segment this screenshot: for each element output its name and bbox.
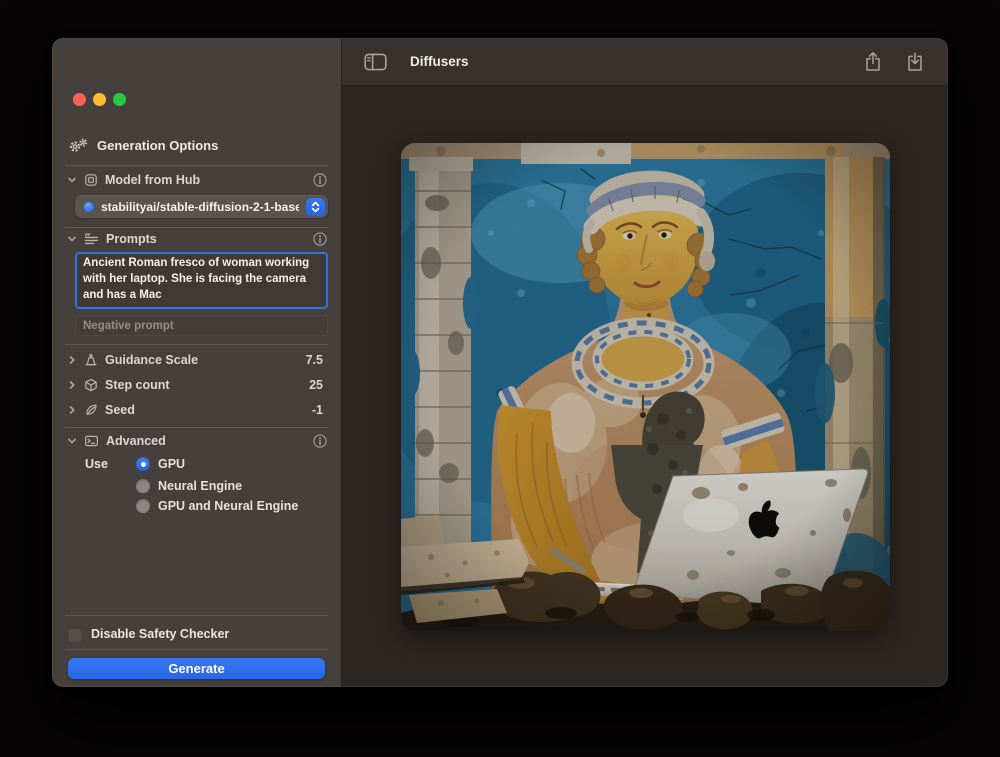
compute-option-label: GPU <box>158 457 185 471</box>
chevron-down-icon <box>67 436 77 446</box>
model-select[interactable]: stabilityai/stable-diffusion-2-1-base <box>75 195 328 218</box>
fresco-illustration <box>401 143 890 631</box>
divider <box>65 344 328 345</box>
radio-icon[interactable] <box>136 499 150 513</box>
terminal-icon <box>84 434 99 448</box>
divider <box>65 427 328 428</box>
generated-image[interactable] <box>401 143 890 631</box>
radio-icon[interactable] <box>136 479 150 493</box>
sidebar-header: Generation Options <box>68 138 218 153</box>
divider <box>65 227 328 228</box>
sidebar: Generation Options Model from Hub stabil… <box>52 38 342 687</box>
seed-value: -1 <box>312 403 323 417</box>
divider <box>65 615 328 616</box>
generate-button[interactable]: Generate <box>68 658 325 679</box>
compute-option-gpu-and-neural-engine[interactable]: GPU and Neural Engine <box>136 498 298 514</box>
compute-option-label: GPU and Neural Engine <box>158 499 298 513</box>
leaf-icon <box>84 403 98 417</box>
compute-option-label: Neural Engine <box>158 479 242 493</box>
app-window: Generation Options Model from Hub stabil… <box>52 38 948 687</box>
share-button[interactable] <box>859 49 887 75</box>
model-label: Model from Hub <box>105 173 200 187</box>
sidebar-title: Generation Options <box>97 138 218 153</box>
divider <box>65 165 328 166</box>
zoom-window-button[interactable] <box>113 93 126 106</box>
info-icon[interactable] <box>312 433 328 449</box>
info-icon[interactable] <box>312 231 328 247</box>
window-title: Diffusers <box>410 54 469 69</box>
seed-label: Seed <box>105 403 135 417</box>
traffic-lights <box>73 93 126 106</box>
model-section-row[interactable]: Model from Hub <box>67 171 328 188</box>
guidance-scale-label: Guidance Scale <box>105 353 198 367</box>
quote-icon <box>84 232 99 246</box>
compute-option-gpu[interactable]: GPU <box>136 456 185 472</box>
compute-option-neural-engine[interactable]: Neural Engine <box>136 478 242 494</box>
scale-icon <box>84 353 98 367</box>
minimize-window-button[interactable] <box>93 93 106 106</box>
use-label: Use <box>85 456 108 472</box>
guidance-scale-row[interactable]: Guidance Scale 7.5 <box>67 351 328 368</box>
prompts-label: Prompts <box>106 232 157 246</box>
seed-row[interactable]: Seed -1 <box>67 401 328 418</box>
prompts-section-row[interactable]: Prompts <box>67 230 328 247</box>
safety-checker-row[interactable]: Disable Safety Checker <box>68 627 229 641</box>
model-status-dot-icon <box>84 202 94 212</box>
advanced-section-row[interactable]: Advanced <box>67 432 328 449</box>
share-icon <box>864 51 882 72</box>
info-icon[interactable] <box>312 172 328 188</box>
toggle-sidebar-button[interactable] <box>361 49 389 75</box>
chevron-right-icon <box>67 380 77 390</box>
chevron-down-icon <box>67 234 77 244</box>
image-canvas <box>342 86 948 687</box>
chevron-right-icon <box>67 405 77 415</box>
gears-icon <box>68 138 89 153</box>
cube-icon <box>84 378 98 392</box>
main-area: Diffusers <box>342 38 948 687</box>
sidebar-toggle-icon <box>364 53 387 71</box>
chip-icon <box>84 173 98 187</box>
save-button[interactable] <box>901 49 929 75</box>
step-count-row[interactable]: Step count 25 <box>67 376 328 393</box>
main-toolbar: Diffusers <box>342 38 948 86</box>
checkbox-icon[interactable] <box>68 627 82 641</box>
prompt-input[interactable]: Ancient Roman fresco of woman working wi… <box>75 252 328 309</box>
step-count-label: Step count <box>105 378 170 392</box>
model-select-value: stabilityai/stable-diffusion-2-1-base <box>101 200 299 214</box>
save-download-icon <box>906 51 924 72</box>
step-count-value: 25 <box>309 378 323 392</box>
negative-prompt-input[interactable] <box>75 315 328 336</box>
close-window-button[interactable] <box>73 93 86 106</box>
radio-icon[interactable] <box>136 457 150 471</box>
guidance-scale-value: 7.5 <box>306 353 323 367</box>
chevron-right-icon <box>67 355 77 365</box>
advanced-label: Advanced <box>106 434 166 448</box>
divider <box>65 649 328 650</box>
chevron-down-icon <box>67 175 77 185</box>
safety-checker-label: Disable Safety Checker <box>91 627 229 641</box>
select-stepper-icon <box>306 198 325 216</box>
